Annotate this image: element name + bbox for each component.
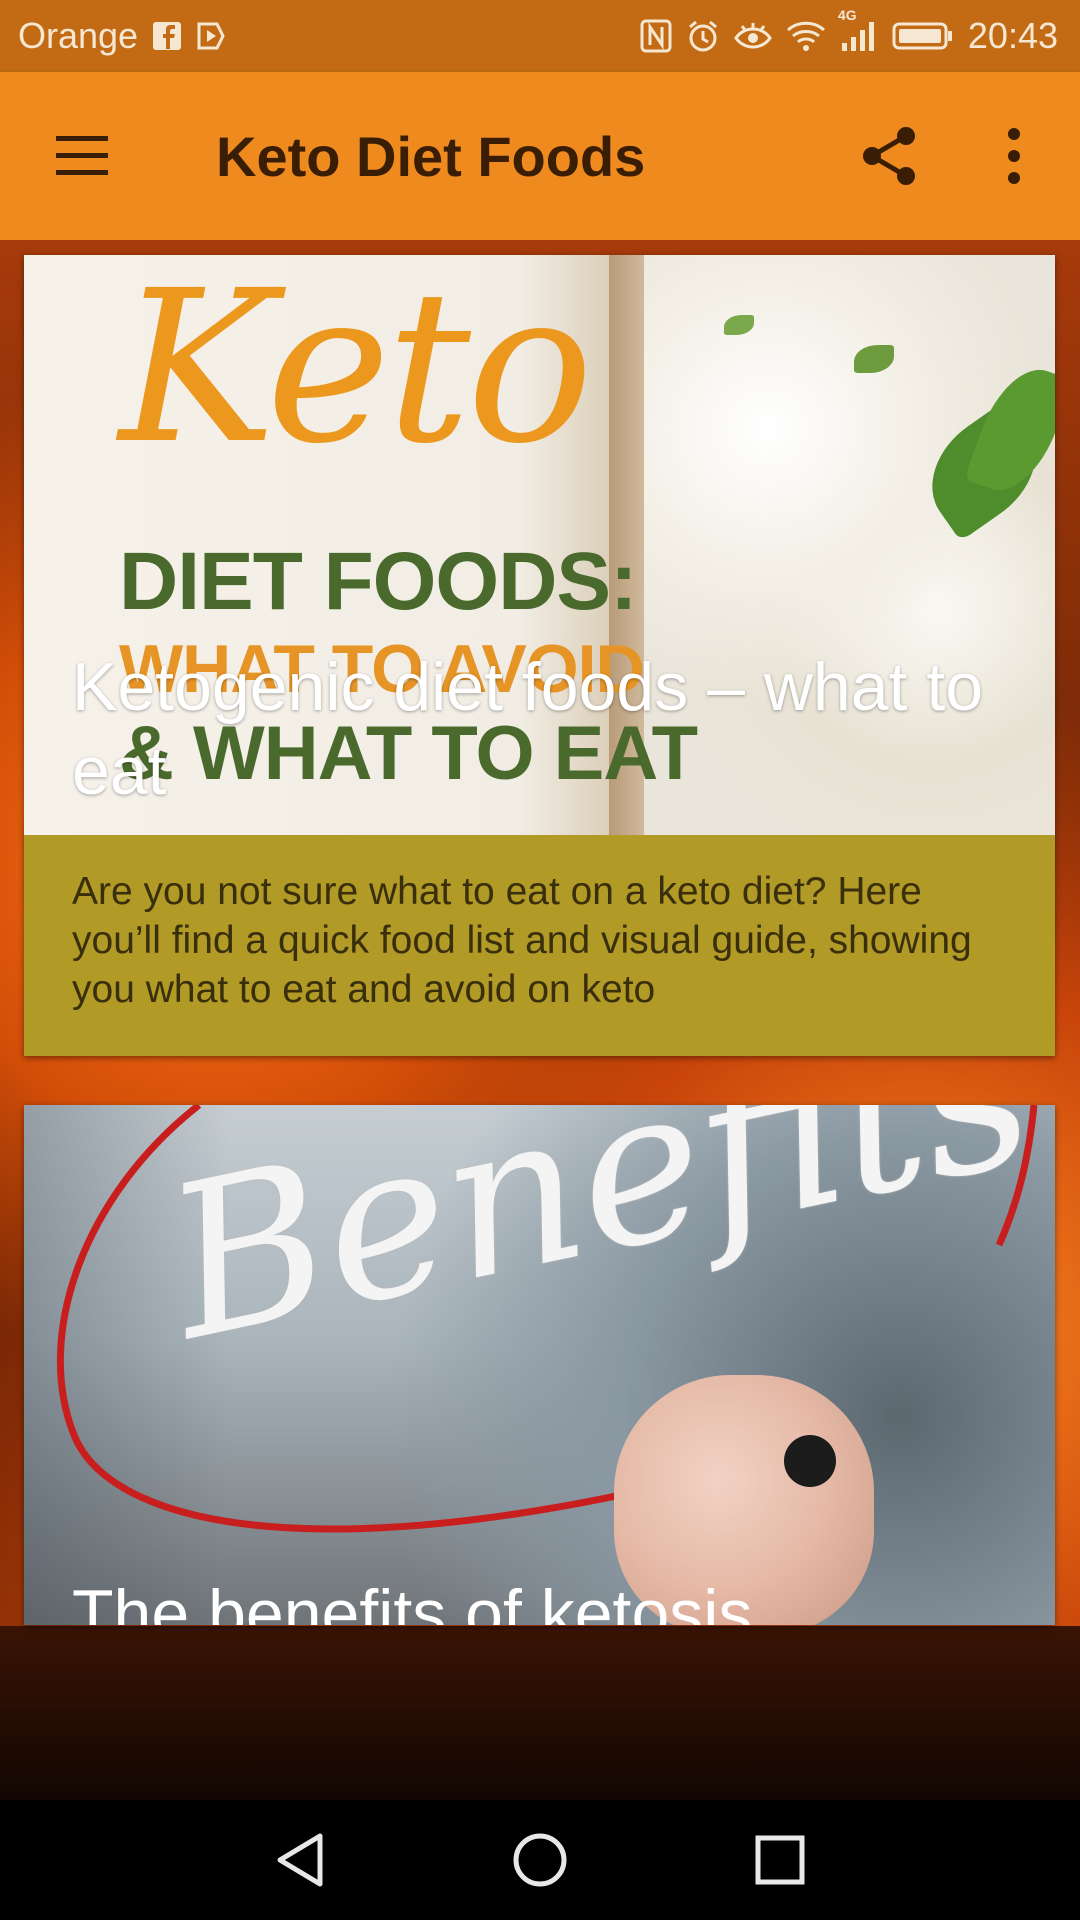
system-navigation-bar: [0, 1800, 1080, 1920]
status-bar: Orange 4G 20:43: [0, 0, 1080, 72]
article-title: Ketogenic diet foods – what to eat: [72, 649, 984, 809]
facebook-notification-icon: [152, 21, 182, 51]
share-icon[interactable]: [858, 124, 922, 188]
marker-shape: [784, 1435, 836, 1487]
app-title: Keto Diet Foods: [216, 125, 646, 188]
play-store-notification-icon: [196, 21, 226, 51]
more-vert-icon[interactable]: [990, 124, 1038, 188]
alarm-icon: [686, 19, 720, 53]
home-circle-icon[interactable]: [510, 1830, 570, 1890]
battery-icon: [892, 21, 954, 51]
background-bottom: [0, 1626, 1080, 1800]
recents-square-icon[interactable]: [750, 1830, 810, 1890]
article-description: Are you not sure what to eat on a keto d…: [24, 835, 1055, 1056]
image-text-keto: Keto: [119, 255, 593, 490]
nfc-icon: [640, 19, 672, 53]
article-card-keto-foods[interactable]: Keto DIET FOODS: WHAT TO AVOID & WHAT TO…: [24, 255, 1055, 1056]
back-triangle-icon[interactable]: [270, 1830, 330, 1890]
hamburger-menu-icon[interactable]: [52, 130, 112, 182]
article-title: The benefits of ketosis: [72, 1576, 753, 1625]
signal-4g-icon: 4G: [838, 7, 878, 53]
article-card-image: Keto DIET FOODS: WHAT TO AVOID & WHAT TO…: [24, 255, 1055, 835]
clock-time: 20:43: [967, 15, 1058, 56]
eye-comfort-icon: [734, 21, 772, 51]
image-text-diet-foods: DIET FOODS:: [119, 536, 637, 627]
carrier-name: Orange: [18, 15, 139, 56]
wifi-icon: [786, 20, 826, 52]
article-card-benefits[interactable]: Benefits The benefits of ketosis: [24, 1105, 1055, 1625]
app-toolbar: Keto Diet Foods: [0, 72, 1080, 240]
status-bar-left: Orange: [18, 15, 226, 57]
article-card-image: Benefits The benefits of ketosis: [24, 1105, 1055, 1625]
network-type-label: 4G: [837, 7, 857, 23]
status-bar-right: 4G 20:43: [640, 7, 1058, 57]
